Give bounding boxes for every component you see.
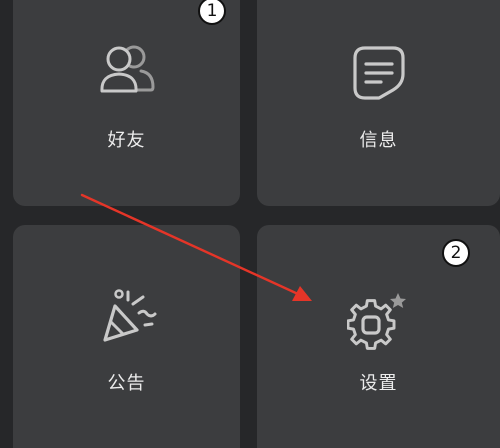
messages-label: 信息	[359, 130, 398, 151]
gear-icon	[346, 293, 406, 350]
notice-label: 公告	[107, 373, 146, 394]
friends-icon	[99, 45, 155, 93]
party-popper-icon	[102, 289, 156, 342]
notice-tile[interactable]: 公告	[13, 225, 240, 448]
friends-label: 好友	[107, 130, 146, 151]
settings-label: 设置	[359, 373, 398, 394]
app-screen: 好友 信息 公告 设置 1 2	[0, 0, 500, 448]
messages-tile[interactable]: 信息	[257, 0, 500, 206]
friends-tile[interactable]: 好友	[13, 0, 240, 206]
step-2-badge: 2	[442, 239, 470, 267]
message-icon	[352, 46, 405, 100]
